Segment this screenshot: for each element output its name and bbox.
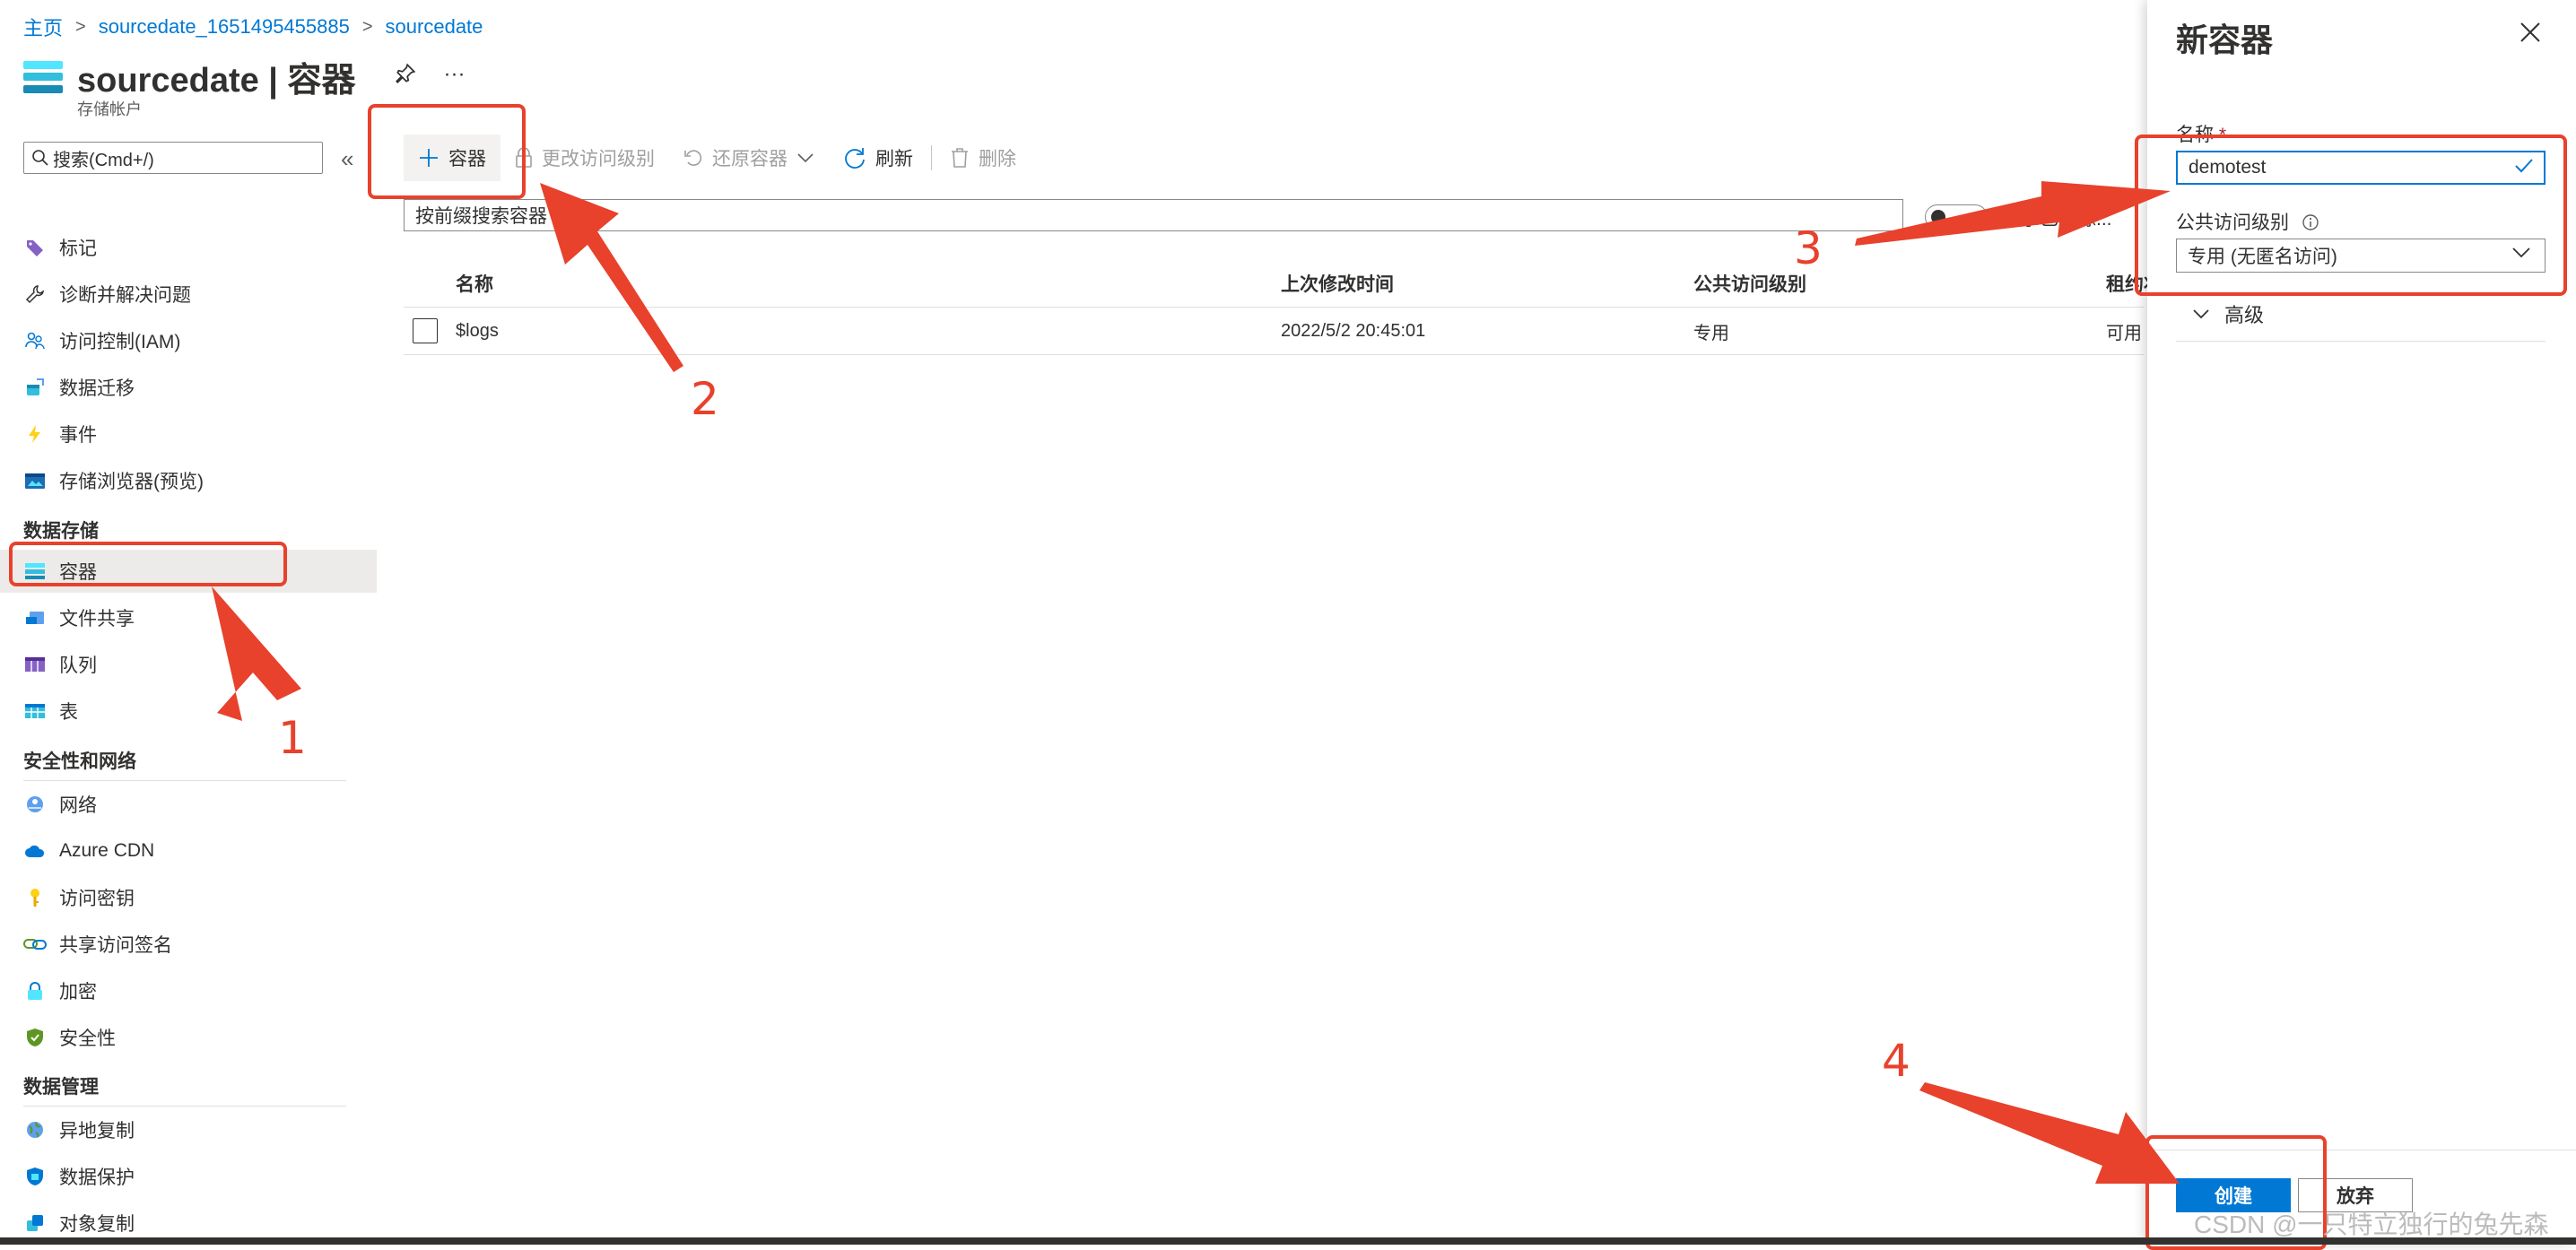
watermark: CSDN @一只特立独行的兔先森 bbox=[2194, 1211, 2549, 1238]
window-bottom-edge bbox=[0, 1237, 2576, 1245]
step-label-4: 4 bbox=[1882, 1035, 1910, 1087]
arrow-step-3 bbox=[1855, 181, 2171, 246]
arrow-step-2 bbox=[540, 183, 683, 372]
arrow-step-1 bbox=[212, 586, 301, 721]
step-label-2: 2 bbox=[691, 373, 719, 425]
step-label-1: 1 bbox=[278, 712, 307, 764]
annotation-arrows bbox=[212, 181, 2180, 1184]
step-label-3: 3 bbox=[1794, 222, 1823, 274]
arrow-step-4 bbox=[1919, 1082, 2180, 1184]
